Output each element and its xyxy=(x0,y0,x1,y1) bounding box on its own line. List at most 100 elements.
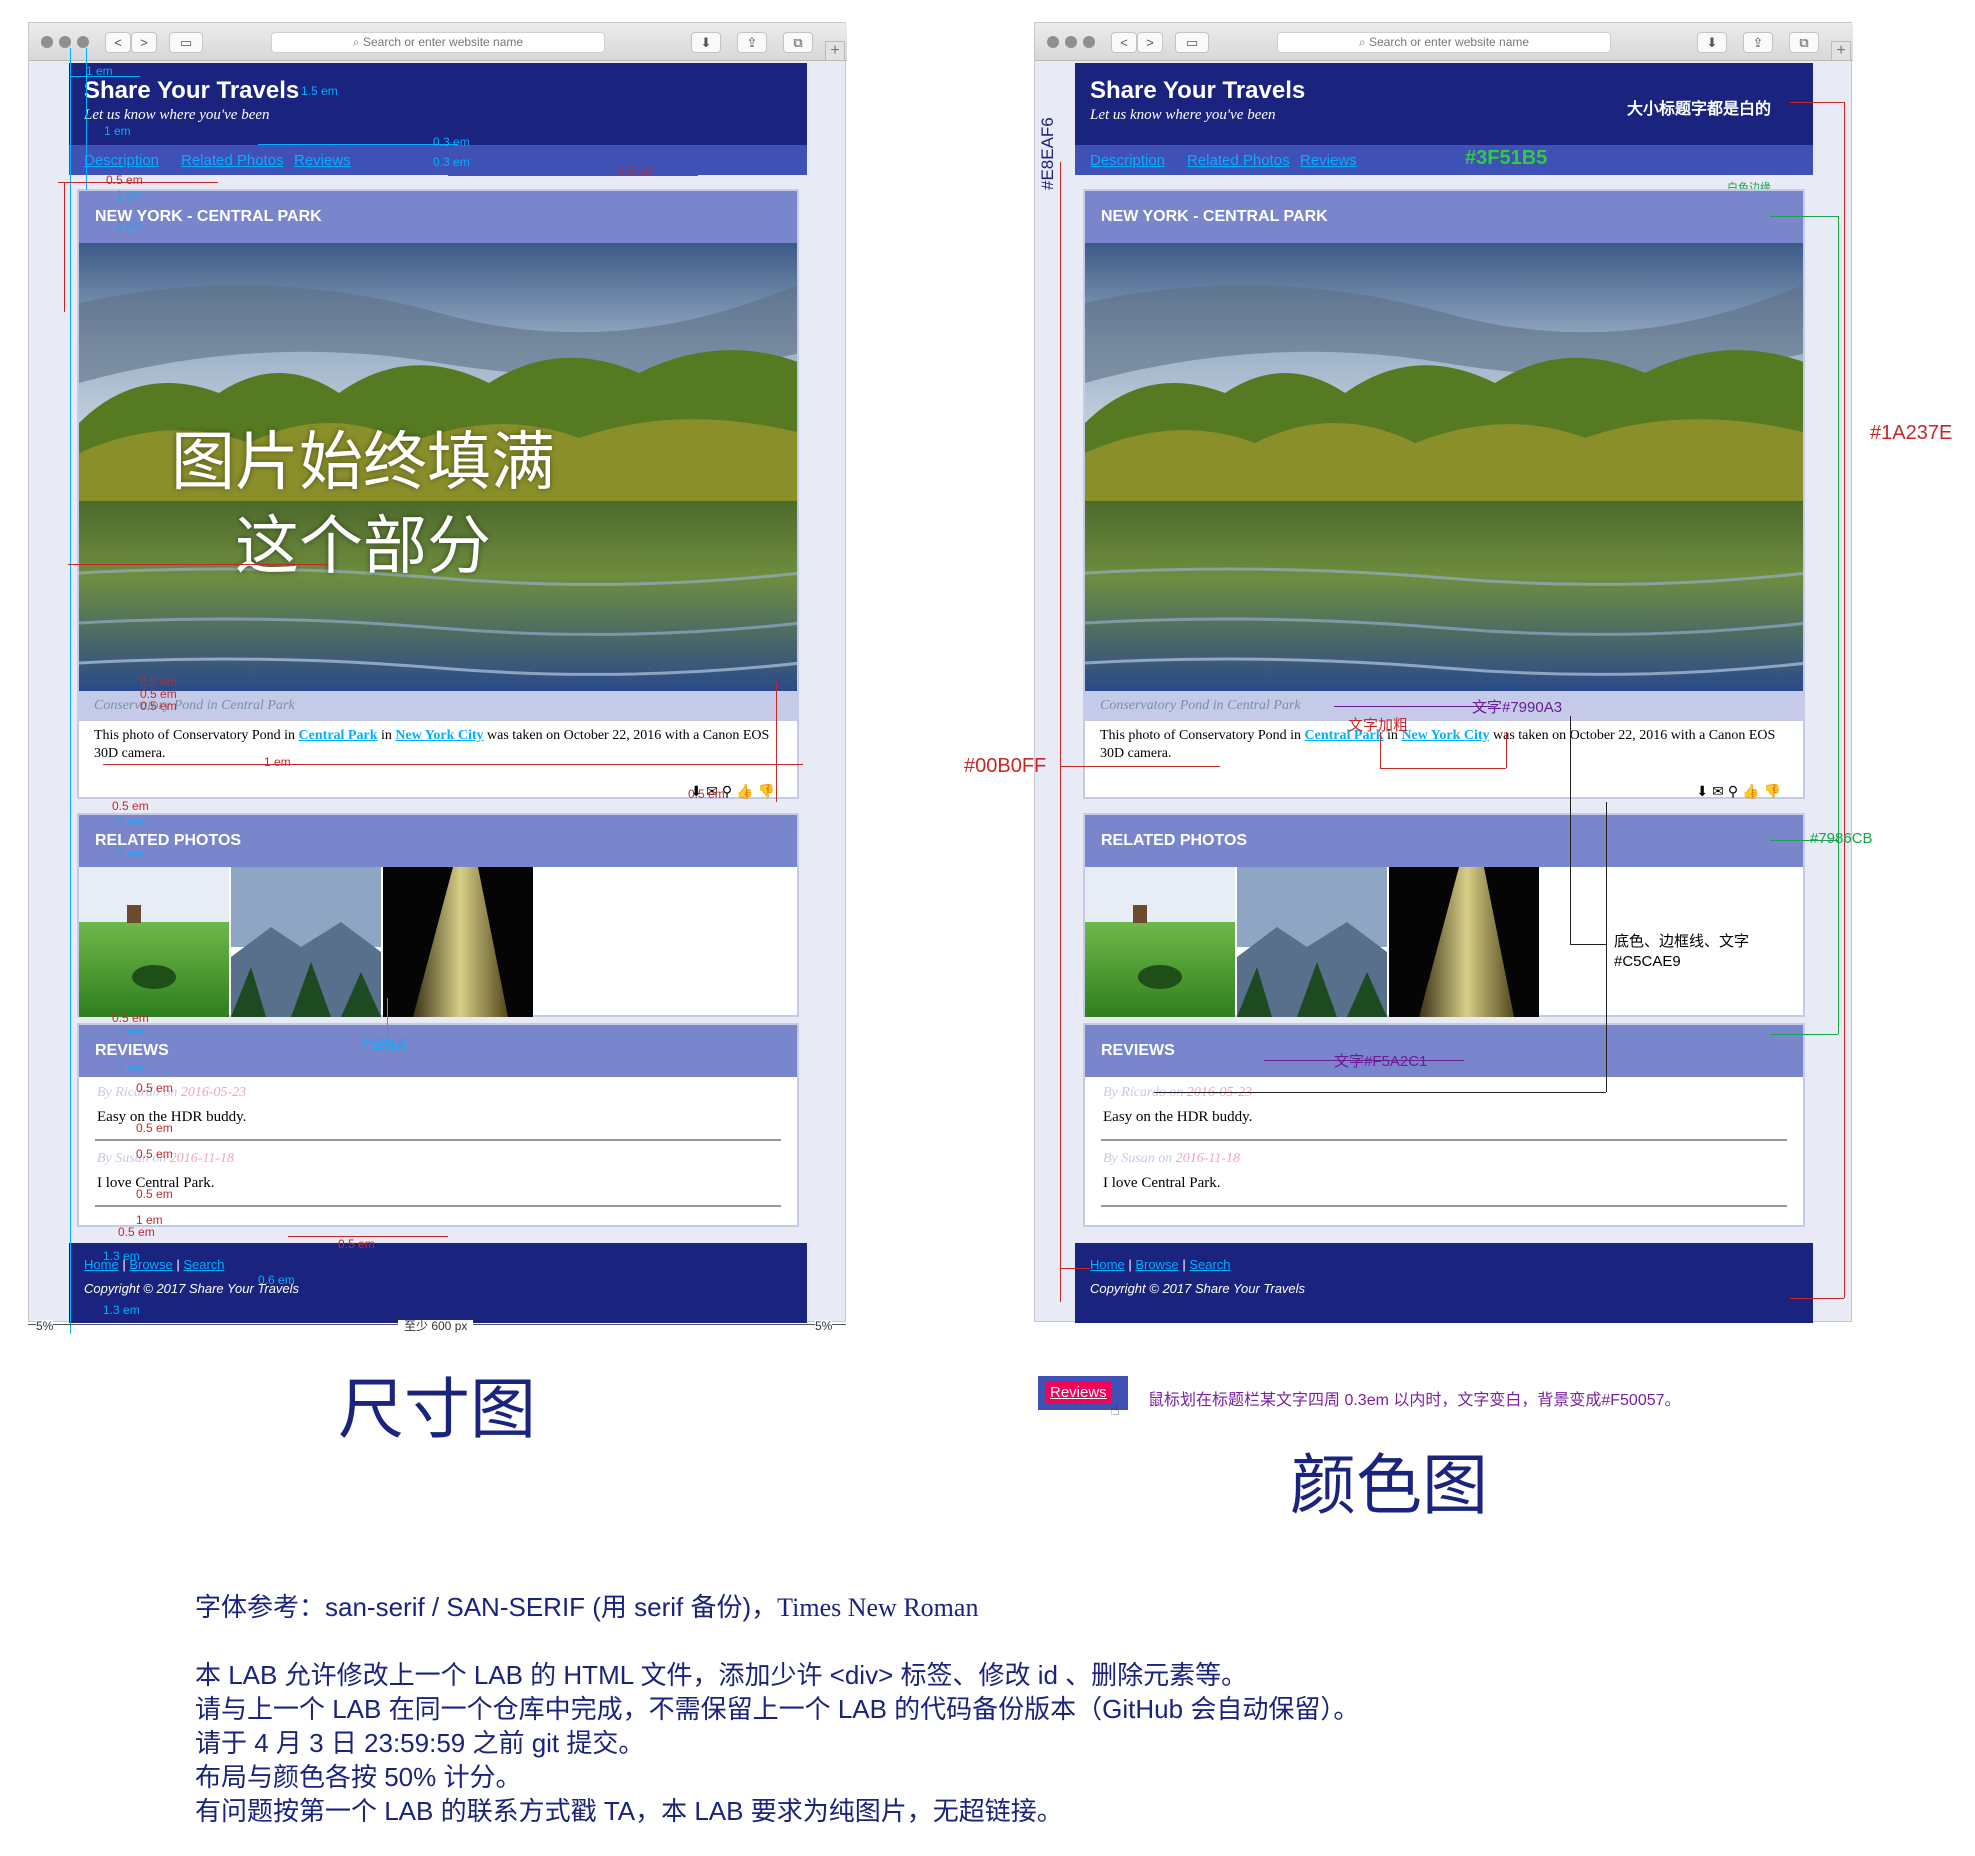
review-divider xyxy=(1101,1139,1787,1141)
sidebar-icon[interactable]: ▭ xyxy=(169,32,203,53)
review-1-text: Easy on the HDR buddy. xyxy=(1103,1109,1253,1125)
nav-description[interactable]: Description xyxy=(84,152,159,169)
dimension-line xyxy=(68,564,328,565)
font-reference-text: 字体参考：san-serif / SAN-SERIF (用 serif 备份)， xyxy=(195,1592,778,1622)
download-icon[interactable]: ⬇ xyxy=(1697,32,1727,53)
nav-related-photos[interactable]: Related Photos xyxy=(1187,152,1290,169)
dim-label: 1.3 em xyxy=(103,1249,140,1263)
dim-label: 0.5 em xyxy=(136,1187,173,1201)
dim-label: 0.3 em xyxy=(433,135,470,149)
dim-label: 0.5 em xyxy=(112,799,149,813)
site-subtitle: Let us know where you've been xyxy=(84,107,270,123)
reviews-section: REVIEWS By Ricardo on 2016-05-23 Easy on… xyxy=(77,1023,799,1227)
review-1-byline: By Ricardo on 2016-05-23 xyxy=(1103,1085,1252,1101)
download-icon[interactable]: ⬇ xyxy=(691,32,721,53)
fill-note-line-1: 图片始终填满 xyxy=(171,426,555,498)
address-bar[interactable]: ⌕ Search or enter website name xyxy=(1277,32,1611,53)
review-2-author: By Susan on xyxy=(1103,1151,1173,1166)
dim-label: 1 em xyxy=(116,188,143,202)
photo-caption: Conservatory Pond in Central Park xyxy=(79,691,797,721)
photo-action-icons[interactable]: ⬇✉⚲👍👎 xyxy=(1696,783,1785,800)
site-title: Share Your Travels xyxy=(1090,77,1306,104)
dimension-line xyxy=(70,48,71,1334)
related-photo-building[interactable] xyxy=(1389,867,1539,1017)
close-dot-icon[interactable] xyxy=(1047,36,1059,48)
dim-label: 1 em xyxy=(86,64,113,78)
dim-label: 1 em xyxy=(118,847,145,861)
dim-label: 0.5 em xyxy=(106,173,143,187)
photo-section-title: NEW YORK - CENTRAL PARK xyxy=(79,191,797,243)
minimize-dot-icon[interactable] xyxy=(1065,36,1077,48)
footer-home-link[interactable]: Home xyxy=(1090,1257,1125,1272)
nav-reviews[interactable]: Reviews xyxy=(294,152,351,169)
footer-search-link[interactable]: Search xyxy=(183,1257,224,1272)
forward-button[interactable]: > xyxy=(1137,32,1163,53)
browser-toolbar: < > ▭ ⌕ Search or enter website name ⬇ ⇪… xyxy=(29,23,847,61)
link-color-callout: #00B0FF xyxy=(964,755,1047,777)
review-2-byline: By Susan on 2016-11-18 xyxy=(1103,1151,1240,1167)
fill-note-line-2: 这个部分 xyxy=(235,510,491,582)
nav-reviews[interactable]: Reviews xyxy=(1300,152,1357,169)
review-divider xyxy=(1101,1205,1787,1207)
hover-demo-reviews[interactable]: Reviews xyxy=(1046,1382,1111,1403)
callout-line xyxy=(1060,766,1220,767)
dim-label: 0.5 em xyxy=(338,1237,375,1251)
minimize-dot-icon[interactable] xyxy=(59,36,71,48)
zoom-dot-icon[interactable] xyxy=(1083,36,1095,48)
new-tab-button[interactable]: + xyxy=(1831,41,1851,61)
callout-line xyxy=(1060,162,1061,1302)
review-divider xyxy=(95,1205,781,1207)
related-photo-mountains[interactable] xyxy=(231,867,381,1017)
new-york-city-link[interactable]: New York City xyxy=(1401,728,1489,743)
related-photo-building[interactable] xyxy=(383,867,533,1017)
related-photos-section: RELATED PHOTOS xyxy=(77,813,799,1017)
callout-line xyxy=(1770,216,1838,217)
tabs-icon[interactable]: ⧉ xyxy=(1789,32,1819,53)
dim-label: 0.6 em xyxy=(258,1273,295,1287)
related-photo-mountains[interactable] xyxy=(1237,867,1387,1017)
dim-label: 1 em xyxy=(118,815,145,829)
footer-browse-link[interactable]: Browse xyxy=(1135,1257,1178,1272)
footer-search-link[interactable]: Search xyxy=(1189,1257,1230,1272)
nav-description[interactable]: Description xyxy=(1090,152,1165,169)
close-dot-icon[interactable] xyxy=(41,36,53,48)
dim-label: 0.5 em xyxy=(136,1147,173,1161)
header-color-callout: #1A237E xyxy=(1870,422,1953,444)
photo-description: This photo of Conservatory Pond in Centr… xyxy=(94,727,784,763)
new-tab-button[interactable]: + xyxy=(825,41,845,61)
related-photos-section: RELATED PHOTOS xyxy=(1083,813,1805,1017)
page: Share Your Travels Let us know where you… xyxy=(1075,63,1813,1323)
related-photo-field[interactable] xyxy=(1085,867,1235,1017)
back-button[interactable]: < xyxy=(1111,32,1137,53)
review-2-date: 2016-11-18 xyxy=(169,1151,235,1166)
dim-label: 1 em xyxy=(104,124,131,138)
back-button[interactable]: < xyxy=(105,32,131,53)
address-bar[interactable]: ⌕ Search or enter website name xyxy=(271,32,605,53)
c5-note-line-2: #C5CAE9 xyxy=(1614,953,1681,970)
footer-separator: | xyxy=(176,1257,180,1272)
new-york-city-link[interactable]: New York City xyxy=(395,728,483,743)
review-2-text: I love Central Park. xyxy=(1103,1175,1221,1191)
related-photos-title: RELATED PHOTOS xyxy=(1085,815,1803,867)
sidebar-icon[interactable]: ▭ xyxy=(1175,32,1209,53)
instruction-line: 本 LAB 允许修改上一个 LAB 的 HTML 文件，添加少许 <div> 标… xyxy=(195,1660,1248,1690)
zoom-dot-icon[interactable] xyxy=(77,36,89,48)
forward-button[interactable]: > xyxy=(131,32,157,53)
font-reference-serif: Times New Roman xyxy=(777,1593,979,1622)
central-park-link[interactable]: Central Park xyxy=(299,728,378,743)
site-footer: Home | Browse | Search Copyright © 2017 … xyxy=(1075,1243,1813,1323)
page: Share Your Travels Let us know where you… xyxy=(69,63,807,1323)
share-icon[interactable]: ⇪ xyxy=(1743,32,1773,53)
share-icon[interactable]: ⇪ xyxy=(737,32,767,53)
review-2-date: 2016-11-18 xyxy=(1175,1151,1241,1166)
related-photo-field[interactable] xyxy=(79,867,229,1017)
dimension-line xyxy=(776,682,777,802)
nav-related-photos[interactable]: Related Photos xyxy=(181,152,284,169)
min-width-label: 至少 600 px xyxy=(398,1320,474,1332)
instruction-line: 请于 4 月 3 日 23:59:59 之前 git 提交。 xyxy=(195,1728,645,1758)
dim-label: 0.5 em xyxy=(618,164,655,178)
tabs-icon[interactable]: ⧉ xyxy=(783,32,813,53)
dimension-diagram-panel: < > ▭ ⌕ Search or enter website name ⬇ ⇪… xyxy=(28,22,847,1334)
dim-label: 0.5 em xyxy=(136,1081,173,1095)
nav-color-note: #3F51B5 xyxy=(1465,147,1548,169)
